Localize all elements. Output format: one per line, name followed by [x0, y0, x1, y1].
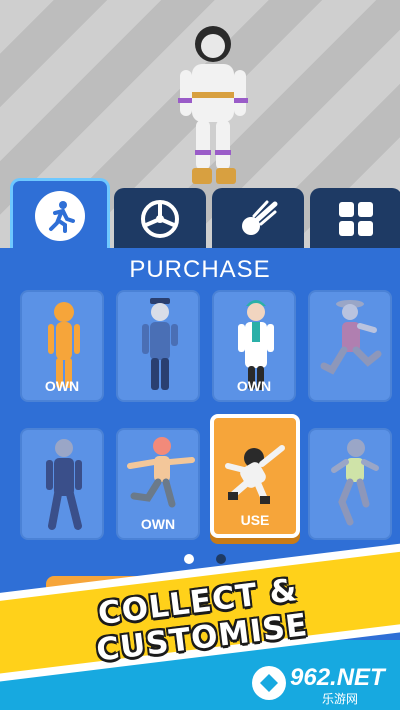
- card-badge: OWN: [44, 378, 80, 394]
- astronaut-avatar: [178, 26, 248, 184]
- watermark: 962.NET 乐游网: [250, 664, 390, 706]
- character-card-skater[interactable]: [308, 428, 392, 540]
- character-card-kick[interactable]: OWN: [116, 428, 200, 540]
- watermark-sub-text: 乐游网: [322, 692, 359, 706]
- running-person-icon: [35, 190, 85, 241]
- cowboy-runner-figure: [320, 300, 382, 375]
- card-badge: OWN: [236, 378, 272, 394]
- comet-icon: [242, 200, 278, 235]
- tab-more[interactable]: [310, 188, 400, 250]
- watermark-main-text: 962.NET: [290, 664, 385, 691]
- panel-title: PURCHASE: [129, 256, 271, 283]
- grid-icon: [339, 202, 373, 236]
- skater-figure: [331, 439, 379, 526]
- page-dot[interactable]: [216, 554, 226, 564]
- page-dot-active[interactable]: [184, 554, 194, 564]
- character-card-suit[interactable]: [20, 428, 104, 540]
- tab-trails[interactable]: [212, 188, 304, 250]
- tab-wheels[interactable]: [114, 188, 206, 250]
- business-suit-figure: [46, 439, 82, 530]
- watermark-logo-icon: [252, 666, 286, 700]
- tab-characters[interactable]: [10, 178, 110, 250]
- card-badge: OWN: [140, 516, 176, 532]
- category-tab-bar: [0, 178, 400, 250]
- character-card-doctor[interactable]: OWN: [212, 290, 296, 402]
- character-card-orange[interactable]: OWN: [20, 290, 104, 402]
- character-card-astronaut[interactable]: USE: [210, 414, 300, 538]
- wheel-icon: [141, 200, 179, 238]
- character-card-police[interactable]: [116, 290, 200, 402]
- police-officer-figure: [142, 298, 178, 390]
- character-card-cowboy[interactable]: [308, 290, 392, 402]
- card-badge: USE: [240, 512, 270, 528]
